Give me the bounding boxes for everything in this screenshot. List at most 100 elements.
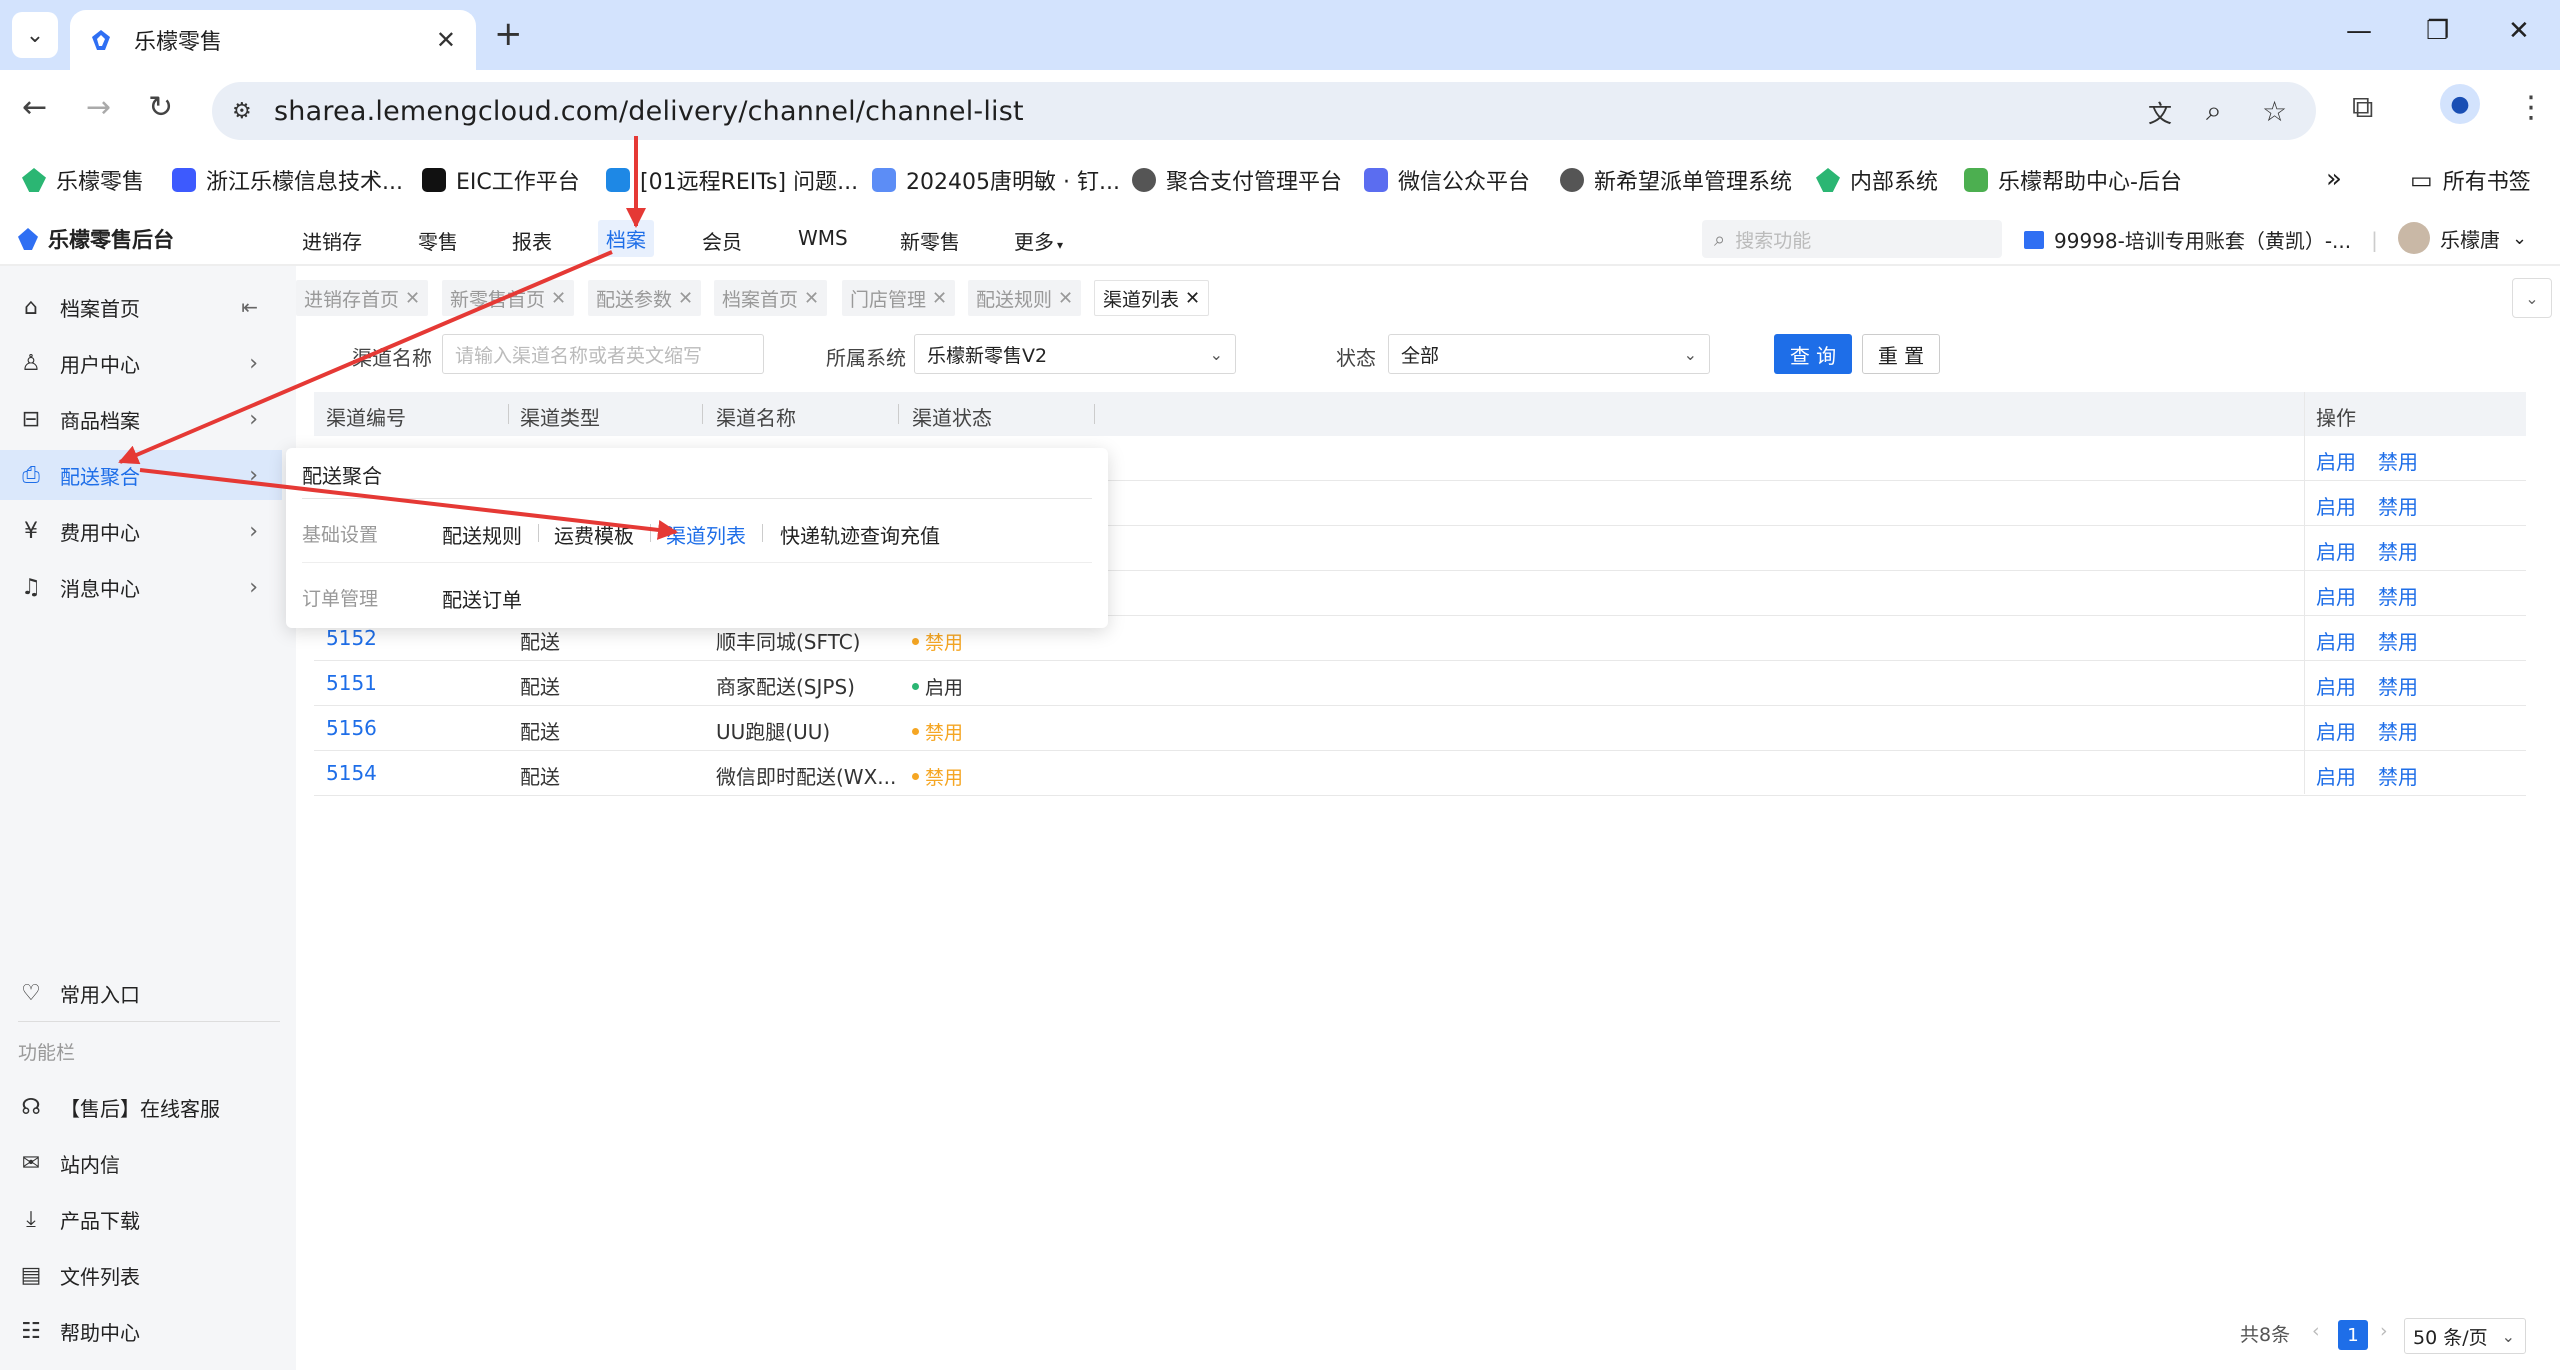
- nav-retail[interactable]: 零售: [418, 226, 458, 255]
- bookmark-item[interactable]: 内部系统: [1816, 164, 1938, 196]
- query-button[interactable]: 查 询: [1774, 334, 1852, 374]
- disable-link[interactable]: 禁用: [2378, 491, 2418, 520]
- close-window-icon[interactable]: ✕: [2508, 16, 2530, 46]
- page-tab[interactable]: 配送参数 ✕: [588, 280, 702, 316]
- enable-link[interactable]: 启用: [2316, 491, 2356, 520]
- page-tab[interactable]: 进销存首页 ✕: [296, 280, 429, 316]
- enable-link[interactable]: 启用: [2316, 581, 2356, 610]
- menu-icon[interactable]: ⋮: [2516, 90, 2546, 125]
- reload-icon[interactable]: ↻: [148, 90, 173, 125]
- close-icon[interactable]: ✕: [1058, 288, 1073, 309]
- tabs-dropdown-icon[interactable]: ⌄: [2512, 278, 2552, 318]
- user-menu[interactable]: 乐檬唐 ⌄: [2398, 222, 2527, 254]
- nav-new-retail[interactable]: 新零售: [900, 226, 960, 255]
- sidebar-online-service[interactable]: ☊ 【售后】在线客服: [0, 1082, 282, 1132]
- close-icon[interactable]: ✕: [678, 288, 693, 309]
- browser-tab[interactable]: 乐檬零售 ✕: [70, 10, 476, 70]
- bookmark-item[interactable]: EIC工作平台: [422, 164, 580, 196]
- enable-link[interactable]: 启用: [2316, 536, 2356, 565]
- enable-link[interactable]: 启用: [2316, 671, 2356, 700]
- new-tab-icon[interactable]: +: [494, 14, 523, 54]
- menu-delivery-rules[interactable]: 配送规则: [442, 520, 522, 549]
- app-logo[interactable]: 乐檬零售后台: [18, 224, 174, 254]
- bookmark-item[interactable]: 乐檬帮助中心-后台: [1964, 164, 2182, 196]
- site-info-icon[interactable]: ⚙: [232, 99, 252, 124]
- page-tab-channel-list[interactable]: 渠道列表 ✕: [1094, 280, 1210, 316]
- close-icon[interactable]: ✕: [932, 288, 947, 309]
- nav-member[interactable]: 会员: [702, 226, 742, 255]
- url-text[interactable]: sharea.lemengcloud.com/delivery/channel/…: [274, 96, 1024, 127]
- page-tab[interactable]: 档案首页 ✕: [714, 280, 828, 316]
- bookmark-item[interactable]: 新希望派单管理系统: [1560, 164, 1792, 196]
- system-select[interactable]: 乐檬新零售V2 ⌄: [914, 334, 1236, 374]
- translate-icon[interactable]: 文: [2148, 94, 2172, 129]
- feature-search-input[interactable]: ⌕ 搜索功能: [1702, 220, 2002, 258]
- minimize-icon[interactable]: —: [2346, 16, 2372, 46]
- page-tab[interactable]: 新零售首页 ✕: [442, 280, 575, 316]
- extensions-icon[interactable]: ⧉: [2352, 90, 2373, 125]
- menu-express-tracking[interactable]: 快递轨迹查询充值: [780, 520, 940, 549]
- sidebar-help-center[interactable]: ☷ 帮助中心: [0, 1306, 282, 1356]
- collapse-icon[interactable]: ⇤: [241, 295, 258, 319]
- bookmark-item[interactable]: 202405唐明敏 · 钉...: [872, 164, 1120, 196]
- sidebar-item-product-archive[interactable]: ⊟ 商品档案 ›: [0, 394, 282, 444]
- page-tab[interactable]: 配送规则 ✕: [968, 280, 1082, 316]
- menu-channel-list[interactable]: 渠道列表: [666, 520, 746, 549]
- close-icon[interactable]: ✕: [804, 288, 819, 309]
- enable-link[interactable]: 启用: [2316, 446, 2356, 475]
- status-select[interactable]: 全部 ⌄: [1388, 334, 1710, 374]
- sidebar-file-list[interactable]: ▤ 文件列表: [0, 1250, 282, 1300]
- zoom-icon[interactable]: ⌕: [2206, 94, 2222, 128]
- nav-more[interactable]: 更多 ▾: [1014, 226, 1063, 255]
- channel-code[interactable]: 5152: [326, 626, 377, 650]
- disable-link[interactable]: 禁用: [2378, 446, 2418, 475]
- profile-icon[interactable]: ●: [2440, 84, 2480, 124]
- channel-code[interactable]: 5156: [326, 716, 377, 740]
- sidebar-item-user-center[interactable]: ♙ 用户中心 ›: [0, 338, 282, 388]
- close-icon[interactable]: ✕: [551, 288, 566, 309]
- sidebar-item-message-center[interactable]: ♫ 消息中心 ›: [0, 562, 282, 612]
- disable-link[interactable]: 禁用: [2378, 581, 2418, 610]
- bookmark-star-icon[interactable]: ☆: [2262, 95, 2287, 128]
- bookmark-item[interactable]: [01远程REITs] 问题...: [606, 164, 858, 196]
- sidebar-item-delivery[interactable]: ⎙ 配送聚合 ›: [0, 450, 282, 500]
- page-number[interactable]: 1: [2338, 1320, 2368, 1350]
- bookmark-item[interactable]: 聚合支付管理平台: [1132, 164, 1342, 196]
- bookmark-item[interactable]: 微信公众平台: [1364, 164, 1530, 196]
- close-icon[interactable]: ✕: [1185, 288, 1200, 309]
- channel-code[interactable]: 5151: [326, 671, 377, 695]
- sidebar-item-archive-home[interactable]: ⌂ 档案首页 ⇤: [0, 282, 282, 332]
- channel-name-input[interactable]: 请输入渠道名称或者英文缩写: [442, 334, 764, 374]
- menu-delivery-orders[interactable]: 配送订单: [442, 584, 522, 613]
- tab-search-dropdown-icon[interactable]: ⌄: [12, 12, 58, 58]
- back-icon[interactable]: ←: [22, 90, 47, 125]
- page-size-select[interactable]: 50 条/页 ⌄: [2404, 1318, 2526, 1354]
- enable-link[interactable]: 启用: [2316, 761, 2356, 790]
- disable-link[interactable]: 禁用: [2378, 716, 2418, 745]
- restore-icon[interactable]: ❐: [2426, 16, 2449, 46]
- more-bookmarks-icon[interactable]: »: [2326, 164, 2342, 194]
- bookmark-item[interactable]: 乐檬零售: [22, 164, 144, 196]
- all-bookmarks[interactable]: ▭ 所有书签: [2410, 164, 2531, 196]
- sidebar-item-fee-center[interactable]: ¥ 费用中心 ›: [0, 506, 282, 556]
- disable-link[interactable]: 禁用: [2378, 761, 2418, 790]
- enable-link[interactable]: 启用: [2316, 716, 2356, 745]
- bookmark-item[interactable]: 浙江乐檬信息技术...: [172, 164, 403, 196]
- sidebar-common-entry[interactable]: ♡ 常用入口: [0, 968, 282, 1018]
- channel-code[interactable]: 5154: [326, 761, 377, 785]
- enable-link[interactable]: 启用: [2316, 626, 2356, 655]
- nav-archive[interactable]: 档案: [598, 220, 654, 257]
- disable-link[interactable]: 禁用: [2378, 671, 2418, 700]
- page-tab[interactable]: 门店管理 ✕: [842, 280, 956, 316]
- forward-icon[interactable]: →: [86, 90, 111, 125]
- close-tab-icon[interactable]: ✕: [436, 26, 456, 54]
- reset-button[interactable]: 重 置: [1862, 334, 1940, 374]
- prev-page-icon[interactable]: ‹: [2312, 1320, 2320, 1342]
- nav-wms[interactable]: WMS: [798, 226, 848, 250]
- address-bar[interactable]: ⚙ sharea.lemengcloud.com/delivery/channe…: [212, 82, 2316, 140]
- next-page-icon[interactable]: ›: [2380, 1320, 2388, 1342]
- sidebar-product-download[interactable]: ⤓ 产品下载: [0, 1194, 282, 1244]
- disable-link[interactable]: 禁用: [2378, 626, 2418, 655]
- nav-reports[interactable]: 报表: [512, 226, 552, 255]
- sidebar-inbox[interactable]: ✉ 站内信: [0, 1138, 282, 1188]
